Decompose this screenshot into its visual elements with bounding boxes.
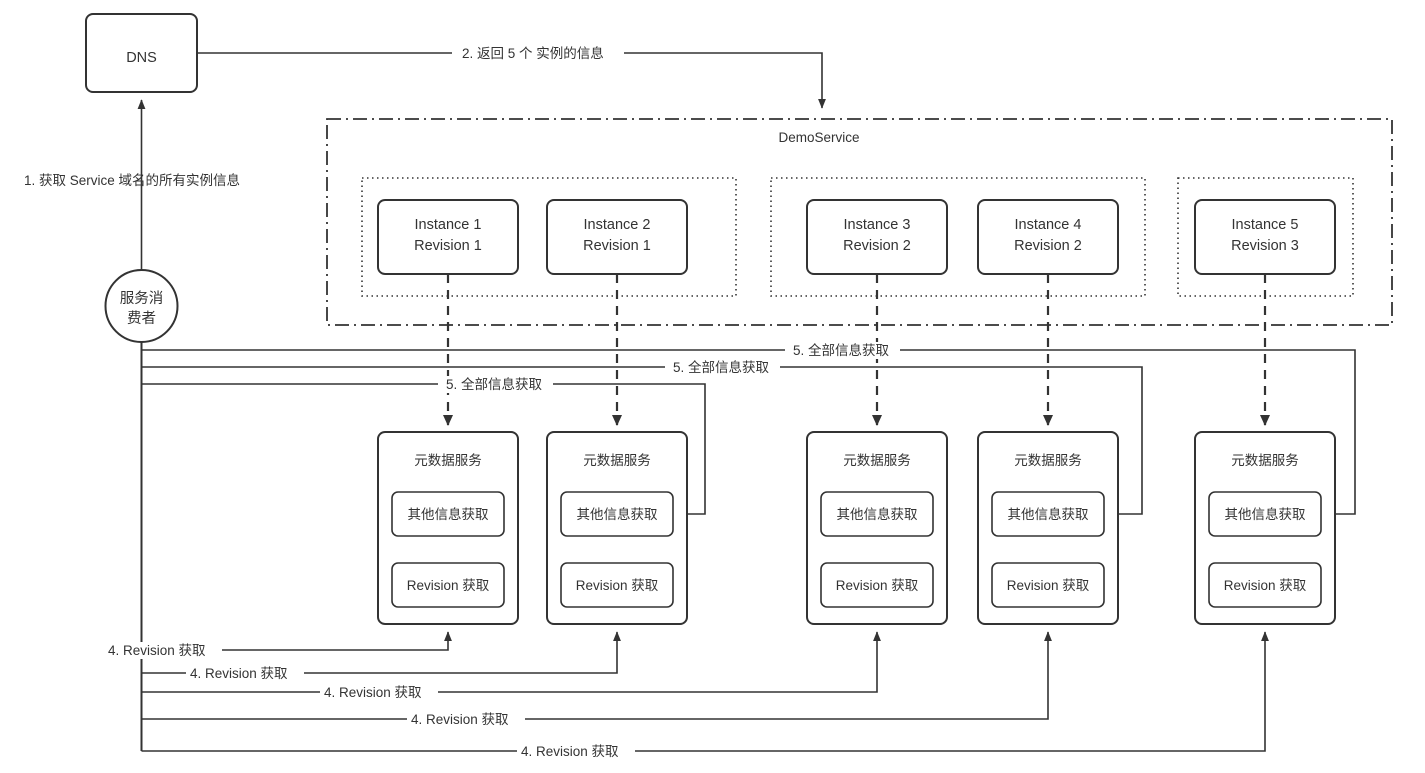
metadata-service-3: 元数据服务 其他信息获取 Revision 获取 xyxy=(806,431,948,625)
instance-3-line2: Revision 2 xyxy=(843,238,911,254)
instance-3: Instance 3 Revision 2 xyxy=(806,199,948,275)
demoservice-label: DemoService xyxy=(778,130,859,145)
dns-label: DNS xyxy=(126,50,157,66)
step2-label: 2. 返回 5 个 实例的信息 xyxy=(462,45,604,61)
metadata-service-4-title: 元数据服务 xyxy=(1014,453,1082,468)
instance-5-line2: Revision 3 xyxy=(1231,238,1299,254)
metadata-service-4-other-label: 其他信息获取 xyxy=(1008,506,1089,522)
instance-4-box xyxy=(977,199,1119,275)
instance-2-line1: Instance 2 xyxy=(584,217,651,233)
metadata-service-5-other-label: 其他信息获取 xyxy=(1225,506,1306,522)
node-consumer: 服务消 费者 xyxy=(104,269,179,343)
instance-1-box xyxy=(377,199,519,275)
step4-d-label: 4. Revision 获取 xyxy=(411,712,509,727)
metadata-service-1: 元数据服务 其他信息获取 Revision 获取 xyxy=(377,431,519,625)
metadata-service-2-other-label: 其他信息获取 xyxy=(577,506,658,522)
step4-c-label: 4. Revision 获取 xyxy=(324,685,422,700)
instance-5-box xyxy=(1194,199,1336,275)
consumer-label-line1: 服务消 xyxy=(120,290,164,307)
metadata-service-2-title: 元数据服务 xyxy=(583,453,651,468)
diagram-svg: DNS 1. 获取 Service 域名的所有实例信息 2. 返回 5 个 实例… xyxy=(24,13,1393,760)
instance-4-line2: Revision 2 xyxy=(1014,238,1082,254)
node-dns: DNS xyxy=(85,13,198,93)
metadata-service-1-other-label: 其他信息获取 xyxy=(408,506,489,522)
step4-a-label: 4. Revision 获取 xyxy=(108,643,206,658)
metadata-service-3-other-label: 其他信息获取 xyxy=(837,506,918,522)
instance-1-line1: Instance 1 xyxy=(415,217,482,233)
diagram-canvas: DNS 1. 获取 Service 域名的所有实例信息 2. 返回 5 个 实例… xyxy=(0,0,1425,773)
instance-4-line1: Instance 4 xyxy=(1015,217,1082,233)
step4-e-label: 4. Revision 获取 xyxy=(521,744,619,759)
step5-a-label: 5. 全部信息获取 xyxy=(793,342,890,358)
edge-step4-e: 4. Revision 获取 xyxy=(141,631,1269,760)
metadata-service-1-revision-label: Revision 获取 xyxy=(407,578,490,593)
instance-1: Instance 1 Revision 1 xyxy=(377,199,519,275)
metadata-service-5-title: 元数据服务 xyxy=(1231,453,1299,468)
instance-1-line2: Revision 1 xyxy=(414,238,482,254)
instance-3-line1: Instance 3 xyxy=(844,217,911,233)
metadata-service-3-title: 元数据服务 xyxy=(843,453,911,468)
metadata-service-5: 元数据服务 其他信息获取 Revision 获取 xyxy=(1194,431,1336,625)
metadata-service-3-revision-label: Revision 获取 xyxy=(836,578,919,593)
step5-c-label: 5. 全部信息获取 xyxy=(446,376,543,392)
metadata-service-2-revision-label: Revision 获取 xyxy=(576,578,659,593)
metadata-service-4: 元数据服务 其他信息获取 Revision 获取 xyxy=(977,431,1119,625)
metadata-service-4-revision-label: Revision 获取 xyxy=(1007,578,1090,593)
consumer-label-line2: 费者 xyxy=(127,310,156,327)
instance-2-box xyxy=(546,199,688,275)
edge-step4-a: 4. Revision 获取 xyxy=(104,631,452,659)
step4-b-label: 4. Revision 获取 xyxy=(190,666,288,681)
instance-2: Instance 2 Revision 1 xyxy=(546,199,688,275)
metadata-service-1-title: 元数据服务 xyxy=(414,453,482,468)
step4-c-line xyxy=(141,631,881,693)
instance-4: Instance 4 Revision 2 xyxy=(977,199,1119,275)
edge-step2: 2. 返回 5 个 实例的信息 xyxy=(197,45,826,109)
step5-b-label: 5. 全部信息获取 xyxy=(673,359,770,375)
instance-2-line2: Revision 1 xyxy=(583,238,651,254)
instance-5: Instance 5 Revision 3 xyxy=(1194,199,1336,275)
instance-5-line1: Instance 5 xyxy=(1232,217,1299,233)
edge-step1: 1. 获取 Service 域名的所有实例信息 xyxy=(24,99,240,282)
instance-3-box xyxy=(806,199,948,275)
step1-label: 1. 获取 Service 域名的所有实例信息 xyxy=(24,172,240,188)
metadata-service-2: 元数据服务 其他信息获取 Revision 获取 xyxy=(546,431,688,625)
metadata-service-5-revision-label: Revision 获取 xyxy=(1224,578,1307,593)
